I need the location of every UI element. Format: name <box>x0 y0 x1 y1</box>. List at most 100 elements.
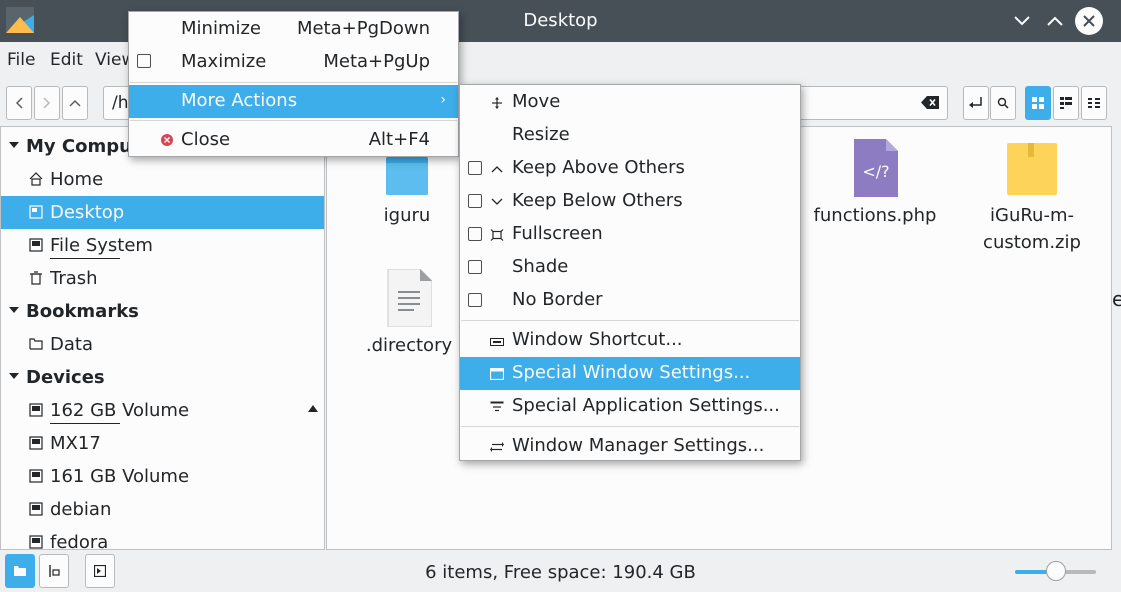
menu-separator <box>461 320 799 321</box>
expand-arrow-icon[interactable] <box>9 142 19 148</box>
background-text-fragment: e <box>1112 287 1121 311</box>
fullscreen-checkbox[interactable] <box>468 227 482 241</box>
chevron-up-icon <box>1047 16 1063 26</box>
submenu-item-resize[interactable]: Resize <box>460 119 800 152</box>
drive-icon <box>29 238 43 252</box>
file-item-iguru[interactable]: iguru <box>367 149 447 229</box>
move-icon <box>492 97 502 109</box>
menu-edit[interactable]: Edit <box>50 50 83 70</box>
submenu-item-special-app-settings[interactable]: Special Application Settings... <box>460 390 800 423</box>
submenu-item-special-window-settings[interactable]: Special Window Settings... <box>460 357 800 390</box>
chevron-up-icon <box>491 166 503 173</box>
file-manager-window: Desktop File Edit View /h My Computer Ho… <box>0 0 1121 592</box>
expand-arrow-icon[interactable] <box>9 373 19 379</box>
minimize-window-button[interactable] <box>1008 7 1036 35</box>
close-icon <box>1083 15 1095 27</box>
up-button[interactable] <box>62 86 88 120</box>
sidebar-item-file-system[interactable]: File System <box>1 229 324 262</box>
maximize-window-button[interactable] <box>1041 7 1069 35</box>
app-settings-icon <box>490 401 504 412</box>
keyboard-icon <box>490 338 504 346</box>
php-file-icon: </? <box>854 139 898 197</box>
menu-item-minimize[interactable]: Minimize Meta+PgDown <box>129 13 458 46</box>
section-devices[interactable]: Devices <box>1 361 324 394</box>
compact-view-button[interactable] <box>1053 86 1079 120</box>
chevron-down-icon <box>1014 16 1030 26</box>
desktop-icon <box>29 205 43 219</box>
sidebar-item-fedora[interactable]: fedora <box>1 526 324 549</box>
sidebar-item-home[interactable]: Home <box>1 163 324 196</box>
sidebar-item-161gb-volume[interactable]: 161 GB Volume <box>1 460 324 493</box>
zoom-slider[interactable] <box>1015 561 1096 581</box>
window-menu: Minimize Meta+PgDown Maximize Meta+PgUp … <box>128 11 459 157</box>
expand-arrow-icon[interactable] <box>9 307 19 313</box>
sidebar-item-data[interactable]: Data <box>1 328 324 361</box>
sidebar-item-desktop[interactable]: Desktop <box>1 196 324 229</box>
eject-icon[interactable] <box>308 405 318 412</box>
menu-separator <box>130 120 457 121</box>
menu-file[interactable]: File <box>7 50 35 70</box>
text-file-icon <box>387 268 433 328</box>
chevron-down-icon <box>491 198 503 205</box>
chevron-up-icon <box>69 99 81 107</box>
maximize-checkbox[interactable] <box>137 54 151 68</box>
folder-icon <box>29 338 43 350</box>
submenu-item-no-border[interactable]: No Border <box>460 284 800 317</box>
submenu-item-keep-above[interactable]: Keep Above Others <box>460 152 800 185</box>
submenu-item-fullscreen[interactable]: Fullscreen <box>460 218 800 251</box>
submenu-item-window-shortcut[interactable]: Window Shortcut... <box>460 324 800 357</box>
submenu-item-keep-below[interactable]: Keep Below Others <box>460 185 800 218</box>
sidebar-item-trash[interactable]: Trash <box>1 262 324 295</box>
more-actions-submenu: Move Resize Keep Above Others Keep Below… <box>459 84 801 461</box>
search-button[interactable] <box>990 86 1016 120</box>
submenu-item-window-manager-settings[interactable]: Window Manager Settings... <box>460 430 800 463</box>
status-text: 6 items, Free space: 190.4 GB <box>425 562 696 583</box>
sidebar-item-162gb-volume[interactable]: 162 GB Volume <box>1 394 324 427</box>
submenu-arrow-icon: › <box>440 92 446 108</box>
zoom-slider-handle[interactable] <box>1045 561 1066 581</box>
submenu-item-shade[interactable]: Shade <box>460 251 800 284</box>
swap-arrows-icon <box>490 442 504 452</box>
keep-below-checkbox[interactable] <box>468 194 482 208</box>
file-item-iguru-zip[interactable]: iGuRu-m- custom.zip <box>977 139 1087 256</box>
drive-icon <box>29 469 43 483</box>
details-view-button[interactable] <box>1081 86 1107 120</box>
details-list-icon <box>1088 98 1100 108</box>
shade-checkbox[interactable] <box>468 260 482 274</box>
search-icon <box>997 97 1009 109</box>
file-item-functions-php[interactable]: </? functions.php <box>805 139 945 229</box>
location-input[interactable]: /h <box>112 93 129 113</box>
sidebar-item-mx17[interactable]: MX17 <box>1 427 324 460</box>
sidebar-item-debian[interactable]: debian <box>1 493 324 526</box>
zip-file-icon <box>1007 143 1057 195</box>
submenu-item-move[interactable]: Move <box>460 86 800 119</box>
trash-icon <box>30 271 42 285</box>
back-button[interactable] <box>6 86 32 120</box>
status-bar: 6 items, Free space: 190.4 GB <box>0 550 1121 592</box>
menu-item-close[interactable]: Close Alt+F4 <box>129 124 458 157</box>
open-terminal-button[interactable] <box>963 86 989 120</box>
drive-icon <box>29 436 43 450</box>
forward-button[interactable] <box>34 86 60 120</box>
compact-list-icon <box>1060 97 1072 109</box>
return-arrow-icon <box>969 97 982 108</box>
keep-above-checkbox[interactable] <box>468 161 482 175</box>
file-item-directory[interactable]: .directory <box>357 268 461 359</box>
grid-view-icon <box>1032 97 1044 109</box>
icons-view-button[interactable] <box>1025 86 1051 120</box>
section-bookmarks[interactable]: Bookmarks <box>1 295 324 328</box>
menu-separator <box>130 82 457 83</box>
svg-text:</?: </? <box>862 162 889 181</box>
no-border-checkbox[interactable] <box>468 293 482 307</box>
drive-icon <box>29 502 43 516</box>
home-icon <box>29 172 43 186</box>
close-window-button[interactable] <box>1075 7 1103 35</box>
places-panel: My Computer Home Desktop File System Tra… <box>0 126 325 550</box>
menu-item-maximize[interactable]: Maximize Meta+PgUp <box>129 46 458 79</box>
clear-backspace-icon[interactable] <box>921 96 939 109</box>
drive-icon <box>29 403 43 417</box>
close-circle-icon <box>161 134 173 146</box>
chevron-left-icon <box>15 97 23 109</box>
menu-item-more-actions[interactable]: More Actions › <box>129 85 458 118</box>
drive-icon <box>29 535 43 549</box>
